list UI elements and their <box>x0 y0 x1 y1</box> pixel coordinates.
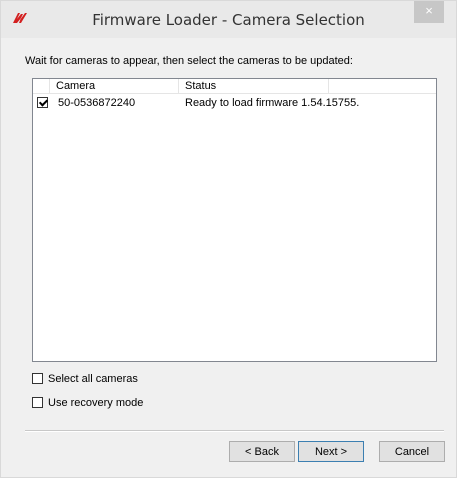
table-row[interactable]: 50-0536872240 Ready to load firmware 1.5… <box>33 95 436 111</box>
camera-serial: 50-0536872240 <box>58 97 136 109</box>
camera-list[interactable]: Camera Status 50-0536872240 Ready to loa… <box>32 78 437 362</box>
instruction-text: Wait for cameras to appear, then select … <box>25 55 353 67</box>
recovery-mode-label[interactable]: Use recovery mode <box>48 397 143 409</box>
close-button[interactable]: × <box>414 1 444 23</box>
next-button[interactable]: Next > <box>298 441 364 462</box>
select-all-label[interactable]: Select all cameras <box>48 373 138 385</box>
column-header-checkbox[interactable] <box>33 79 50 93</box>
title-bar[interactable]: Firmware Loader - Camera Selection × <box>1 1 456 38</box>
button-separator <box>25 430 444 432</box>
recovery-mode-checkbox[interactable] <box>32 397 43 408</box>
camera-status: Ready to load firmware 1.54.15755. <box>185 97 360 109</box>
back-button[interactable]: < Back <box>229 441 295 462</box>
select-all-checkbox[interactable] <box>32 373 43 384</box>
column-header-status[interactable]: Status <box>179 79 329 93</box>
list-header: Camera Status <box>33 79 436 94</box>
camera-row-checkbox[interactable] <box>37 97 48 108</box>
cancel-button[interactable]: Cancel <box>379 441 445 462</box>
column-header-camera[interactable]: Camera <box>50 79 179 93</box>
window-title: Firmware Loader - Camera Selection <box>92 11 365 29</box>
